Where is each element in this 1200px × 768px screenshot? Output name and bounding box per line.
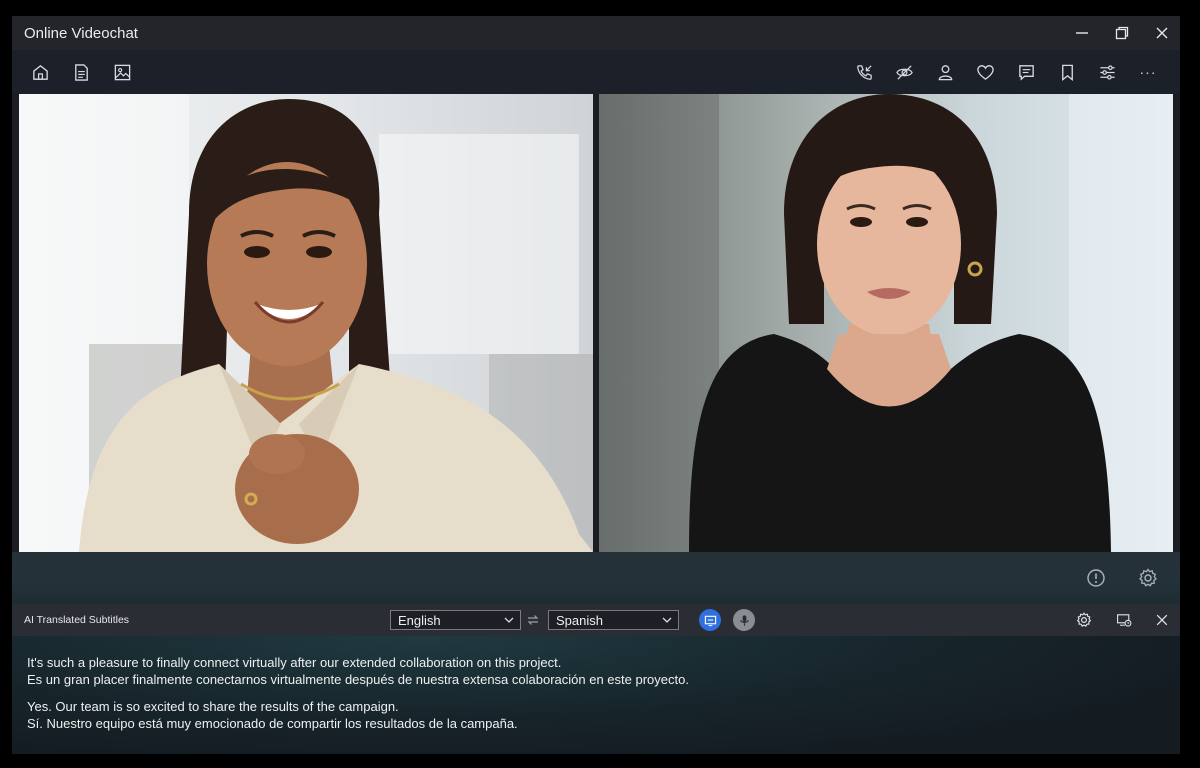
gear-icon bbox=[1076, 612, 1092, 627]
participant-left-image bbox=[19, 94, 593, 552]
microphone-icon bbox=[739, 614, 749, 626]
subtitle-original-line: Yes. Our team is so excited to share the… bbox=[27, 699, 399, 714]
home-button[interactable] bbox=[25, 58, 55, 86]
subtitle-bar-label: AI Translated Subtitles bbox=[24, 614, 130, 626]
home-icon bbox=[32, 64, 48, 80]
chevron-down-icon bbox=[504, 617, 514, 623]
videochat-window: Online Videochat ··· AI Translated Subti… bbox=[12, 16, 1180, 754]
message-icon bbox=[1018, 64, 1034, 81]
subtitle-bar: AI Translated Subtitles English Spanish bbox=[12, 604, 1180, 636]
minimize-button[interactable] bbox=[1062, 16, 1102, 50]
participant-right-image bbox=[599, 94, 1173, 552]
profile-button[interactable] bbox=[930, 58, 960, 86]
window-title: Online Videochat bbox=[24, 25, 138, 42]
adjustments-button[interactable] bbox=[1092, 58, 1122, 86]
target-language-select[interactable]: Spanish bbox=[548, 610, 679, 630]
phone-incoming-icon bbox=[856, 64, 872, 80]
sliders-icon bbox=[1099, 64, 1115, 80]
close-window-button[interactable] bbox=[1142, 16, 1180, 50]
restore-icon bbox=[1115, 26, 1129, 40]
chat-button[interactable] bbox=[1011, 58, 1041, 86]
heart-icon bbox=[976, 64, 994, 80]
video-participant-left bbox=[19, 94, 593, 552]
screen-clock-icon bbox=[1117, 614, 1132, 627]
minimize-icon bbox=[1076, 32, 1088, 34]
document-icon bbox=[74, 63, 88, 81]
favorite-button[interactable] bbox=[970, 58, 1000, 86]
subtitle-settings-button[interactable] bbox=[1073, 610, 1095, 630]
image-button[interactable] bbox=[107, 58, 137, 86]
stage-controls bbox=[12, 552, 1180, 604]
gear-icon bbox=[1139, 568, 1157, 587]
report-button[interactable] bbox=[1083, 565, 1109, 591]
close-icon bbox=[1156, 614, 1168, 626]
subtitle-transcript: It's such a pleasure to finally connect … bbox=[12, 636, 1180, 754]
subtitle-history-button[interactable] bbox=[1113, 610, 1135, 630]
source-language-select[interactable]: English bbox=[390, 610, 521, 630]
subtitle-translation-line: Es un gran placer finalmente conectarnos… bbox=[27, 672, 689, 687]
chevron-down-icon bbox=[662, 617, 672, 623]
title-bar: Online Videochat bbox=[12, 16, 1180, 50]
video-settings-button[interactable] bbox=[1135, 565, 1161, 591]
more-icon: ··· bbox=[1139, 64, 1157, 80]
call-button[interactable] bbox=[849, 58, 879, 86]
hide-video-button[interactable] bbox=[889, 58, 919, 86]
image-icon bbox=[114, 64, 130, 80]
bookmark-button[interactable] bbox=[1052, 58, 1082, 86]
video-participant-right bbox=[599, 94, 1173, 552]
microphone-toggle[interactable] bbox=[733, 609, 755, 631]
close-subtitles-button[interactable] bbox=[1151, 610, 1173, 630]
alert-icon bbox=[1087, 569, 1105, 587]
eye-off-icon bbox=[895, 64, 913, 80]
source-language-value: English bbox=[398, 613, 441, 628]
restore-button[interactable] bbox=[1102, 16, 1142, 50]
subtitle-display-toggle[interactable] bbox=[699, 609, 721, 631]
toolbar: ··· bbox=[12, 50, 1180, 94]
more-button[interactable]: ··· bbox=[1133, 58, 1163, 86]
subtitle-original-line: It's such a pleasure to finally connect … bbox=[27, 655, 562, 670]
target-language-value: Spanish bbox=[556, 613, 603, 628]
close-icon bbox=[1156, 27, 1168, 39]
swap-languages-icon[interactable] bbox=[526, 614, 540, 626]
document-button[interactable] bbox=[66, 58, 96, 86]
bookmark-icon bbox=[1061, 64, 1073, 81]
subtitle-translation-line: Sí. Nuestro equipo está muy emocionado d… bbox=[27, 716, 518, 731]
user-icon bbox=[938, 64, 952, 80]
caption-display-icon bbox=[704, 615, 716, 626]
